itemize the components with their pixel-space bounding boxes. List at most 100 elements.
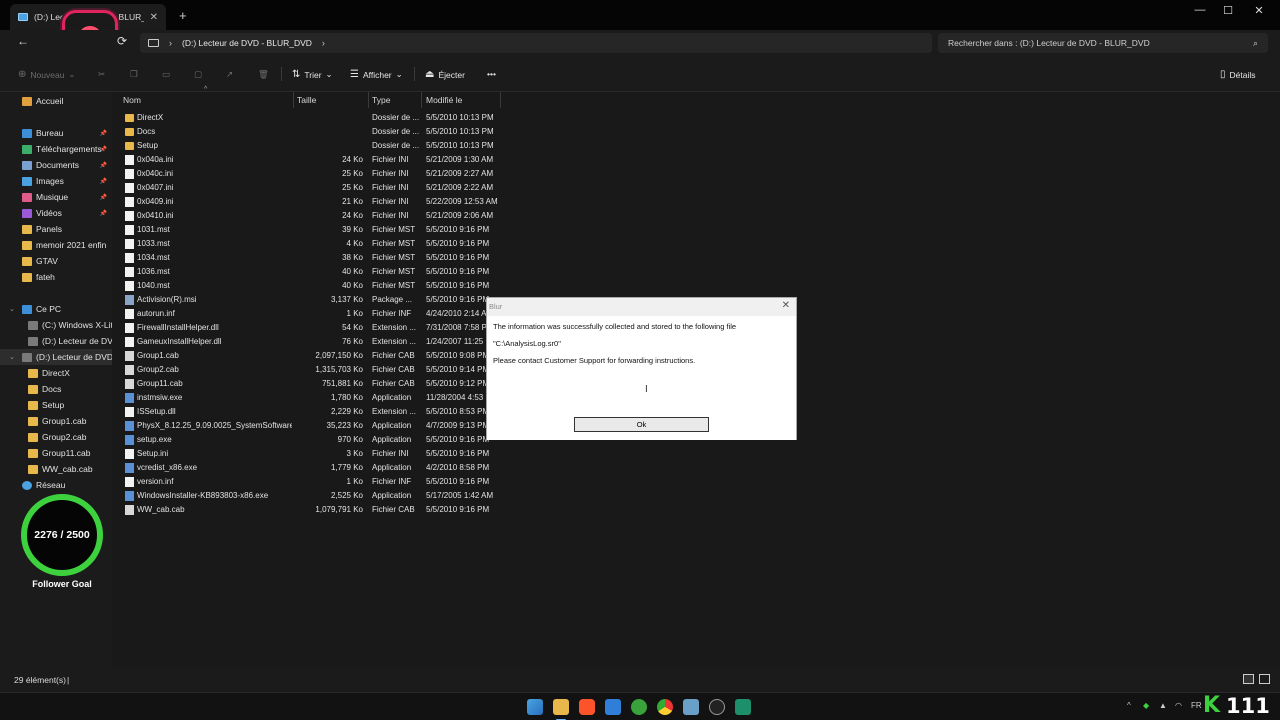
sidebar-item-home[interactable]: Accueil <box>0 93 112 109</box>
ok-button[interactable]: Ok <box>574 417 709 432</box>
file-row[interactable]: vcredist_x86.exe 1,779 Ko Application 4/2/2… <box>122 461 502 475</box>
details-button[interactable]: ▯ Détails <box>1220 69 1256 80</box>
file-row[interactable]: Group2.cab 1,315,703 Ko Fichier CAB 5/5/201… <box>122 363 502 377</box>
eject-button[interactable]: ⏏ Éjecter <box>425 69 465 80</box>
column-divider[interactable] <box>293 92 294 108</box>
sidebar-item-drive-d-blur[interactable]: ⌄ (D:) Lecteur de DVD - B <box>0 349 112 365</box>
column-header-size[interactable]: Taille <box>297 95 316 105</box>
refresh-icon[interactable]: ⟳ <box>117 34 127 48</box>
sidebar-item-documents[interactable]: Documents 📌 <box>0 157 112 173</box>
file-row[interactable]: 1036.mst 40 Ko Fichier MST 5/5/2010 9:16 PM <box>122 265 502 279</box>
file-row[interactable]: version.inf 1 Ko Fichier INF 5/5/2010 9:16 … <box>122 475 502 489</box>
tray-expand-icon[interactable]: ^ <box>1127 701 1131 710</box>
sidebar-item-directx[interactable]: DirectX <box>0 365 112 381</box>
column-divider[interactable] <box>368 92 369 108</box>
sidebar-item-pictures[interactable]: Images 📌 <box>0 173 112 189</box>
file-row[interactable]: Setup.ini 3 Ko Fichier INI 5/5/2010 9:16 PM <box>122 447 502 461</box>
dialog-close-icon[interactable]: ✕ <box>782 300 790 311</box>
pin-icon[interactable]: 📌 <box>100 178 107 185</box>
sidebar-item-videos[interactable]: Vidéos 📌 <box>0 205 112 221</box>
store-icon[interactable] <box>605 699 621 715</box>
file-row[interactable]: ISSetup.dll 2,229 Ko Extension ... 5/5/2010… <box>122 405 502 419</box>
file-row[interactable]: 0x0410.ini 24 Ko Fichier INI 5/21/2009 2:06… <box>122 209 502 223</box>
photos-icon[interactable] <box>683 699 699 715</box>
sidebar-item-gtav[interactable]: GTAV <box>0 253 112 269</box>
folder-row[interactable]: Setup Dossier de ... 5/5/2010 10:13 PM <box>122 139 502 153</box>
tray-app-icon[interactable]: ▲ <box>1159 701 1167 710</box>
share-icon[interactable]: ↗ <box>226 69 233 80</box>
file-row[interactable]: 1040.mst 40 Ko Fichier MST 5/5/2010 9:16 PM <box>122 279 502 293</box>
paste-icon[interactable]: ▭ <box>162 69 170 80</box>
sidebar-item-docs[interactable]: Docs <box>0 381 112 397</box>
address-path[interactable]: (D:) Lecteur de DVD - BLUR_DVD <box>182 38 312 48</box>
file-row[interactable]: autorun.inf 1 Ko Fichier INF 4/24/2010 2:14… <box>122 307 502 321</box>
file-row[interactable]: setup.exe 970 Ko Application 5/5/2010 9:16 … <box>122 433 502 447</box>
rename-icon[interactable]: ▢ <box>194 69 202 80</box>
file-row[interactable]: 1034.mst 38 Ko Fichier MST 5/5/2010 9:16 PM <box>122 251 502 265</box>
folder-row[interactable]: DirectX Dossier de ... 5/5/2010 10:13 PM <box>122 111 502 125</box>
cut-icon[interactable]: ✂ <box>98 69 105 80</box>
column-header-type[interactable]: Type <box>372 95 390 105</box>
start-icon[interactable] <box>527 699 543 715</box>
xbox-icon[interactable] <box>631 699 647 715</box>
sidebar-item-panels[interactable]: Panels <box>0 221 112 237</box>
file-row[interactable]: GameuxInstallHelper.dll 76 Ko Extension ..… <box>122 335 502 349</box>
maximize-button[interactable]: ☐ <box>1213 4 1243 17</box>
pin-icon[interactable]: 📌 <box>100 162 107 169</box>
view-button[interactable]: ☰ Afficher ⌄ <box>350 69 403 80</box>
pin-icon[interactable]: 📌 <box>100 210 107 217</box>
search-input[interactable]: Rechercher dans : (D:) Lecteur de DVD - … <box>938 33 1268 53</box>
details-view-icon[interactable] <box>1243 674 1254 684</box>
minimize-button[interactable]: — <box>1185 4 1215 16</box>
chrome-icon[interactable] <box>657 699 673 715</box>
language-indicator[interactable]: FR <box>1191 701 1202 710</box>
file-row[interactable]: 1031.mst 39 Ko Fichier MST 5/5/2010 9:16 PM <box>122 223 502 237</box>
file-row[interactable]: Group11.cab 751,881 Ko Fichier CAB 5/5/2010… <box>122 377 502 391</box>
file-row[interactable]: 0x0409.ini 21 Ko Fichier INI 5/22/2009 12:5… <box>122 195 502 209</box>
delete-icon[interactable]: 🗑 <box>258 69 269 80</box>
sidebar-item-group11[interactable]: Group11.cab <box>0 445 112 461</box>
pin-icon[interactable]: 📌 <box>100 194 107 201</box>
file-explorer-icon[interactable] <box>553 699 569 715</box>
file-row[interactable]: WindowsInstaller-KB893803-x86.exe 2,525 K… <box>122 489 502 503</box>
copy-icon[interactable]: ❐ <box>130 69 138 80</box>
file-row[interactable]: 0x0407.ini 25 Ko Fichier INI 5/21/2009 2:22… <box>122 181 502 195</box>
folder-row[interactable]: Docs Dossier de ... 5/5/2010 10:13 PM <box>122 125 502 139</box>
sidebar-item-ww-cab[interactable]: WW_cab.cab <box>0 461 112 477</box>
sidebar-item-group1[interactable]: Group1.cab <box>0 413 112 429</box>
steam-icon[interactable] <box>709 699 725 715</box>
pin-icon[interactable]: 📌 <box>100 130 107 137</box>
back-arrow-icon[interactable]: ← <box>17 34 29 48</box>
new-button[interactable]: ⊕ Nouveau ⌄ <box>18 69 76 80</box>
chevron-right-icon[interactable]: › <box>322 38 325 48</box>
sidebar-item-drive-c[interactable]: (C:) Windows X-Lite <box>0 317 112 333</box>
tab-close-icon[interactable]: ✕ <box>150 12 158 23</box>
chevron-down-icon[interactable]: ⌄ <box>9 305 15 313</box>
file-row[interactable]: 1033.mst 4 Ko Fichier MST 5/5/2010 9:16 PM <box>122 237 502 251</box>
file-row[interactable]: 0x040c.ini 25 Ko Fichier INI 5/21/2009 2:27… <box>122 167 502 181</box>
column-header-modified[interactable]: Modifié le <box>426 95 462 105</box>
file-row[interactable]: 0x040a.ini 24 Ko Fichier INI 5/21/2009 1:30… <box>122 153 502 167</box>
sidebar-item-desktop[interactable]: Bureau 📌 <box>0 125 112 141</box>
brave-icon[interactable] <box>579 699 595 715</box>
address-bar[interactable]: › (D:) Lecteur de DVD - BLUR_DVD › <box>140 33 932 53</box>
sidebar-item-drive-d[interactable]: (D:) Lecteur de DVD <box>0 333 112 349</box>
sidebar-item-downloads[interactable]: Téléchargements 📌 <box>0 141 112 157</box>
sidebar-item-group2[interactable]: Group2.cab <box>0 429 112 445</box>
file-row[interactable]: Group1.cab 2,097,150 Ko Fichier CAB 5/5/201… <box>122 349 502 363</box>
sidebar-item-music[interactable]: Musique 📌 <box>0 189 112 205</box>
file-row[interactable]: instmsiw.exe 1,780 Ko Application 11/28/200… <box>122 391 502 405</box>
nvidia-icon[interactable]: ◆ <box>1143 701 1149 710</box>
file-row[interactable]: PhysX_8.12.25_9.09.0025_SystemSoftware..… <box>122 419 502 433</box>
close-window-button[interactable]: ✕ <box>1244 4 1274 17</box>
tiles-view-icon[interactable] <box>1259 674 1270 684</box>
sidebar-item-memoir[interactable]: memoir 2021 enfin <box>0 237 112 253</box>
pin-icon[interactable]: 📌 <box>100 146 107 153</box>
file-row[interactable]: Activision(R).msi 3,137 Ko Package ... 5/5/… <box>122 293 502 307</box>
more-options-button[interactable]: ••• <box>487 69 496 79</box>
sidebar-item-this-pc[interactable]: ⌄ Ce PC <box>0 301 112 317</box>
column-header-name[interactable]: Nom <box>123 95 141 105</box>
file-row[interactable]: FirewallInstallHelper.dll 54 Ko Extension … <box>122 321 502 335</box>
sidebar-item-setup[interactable]: Setup <box>0 397 112 413</box>
sidebar-item-fateh[interactable]: fateh <box>0 269 112 285</box>
